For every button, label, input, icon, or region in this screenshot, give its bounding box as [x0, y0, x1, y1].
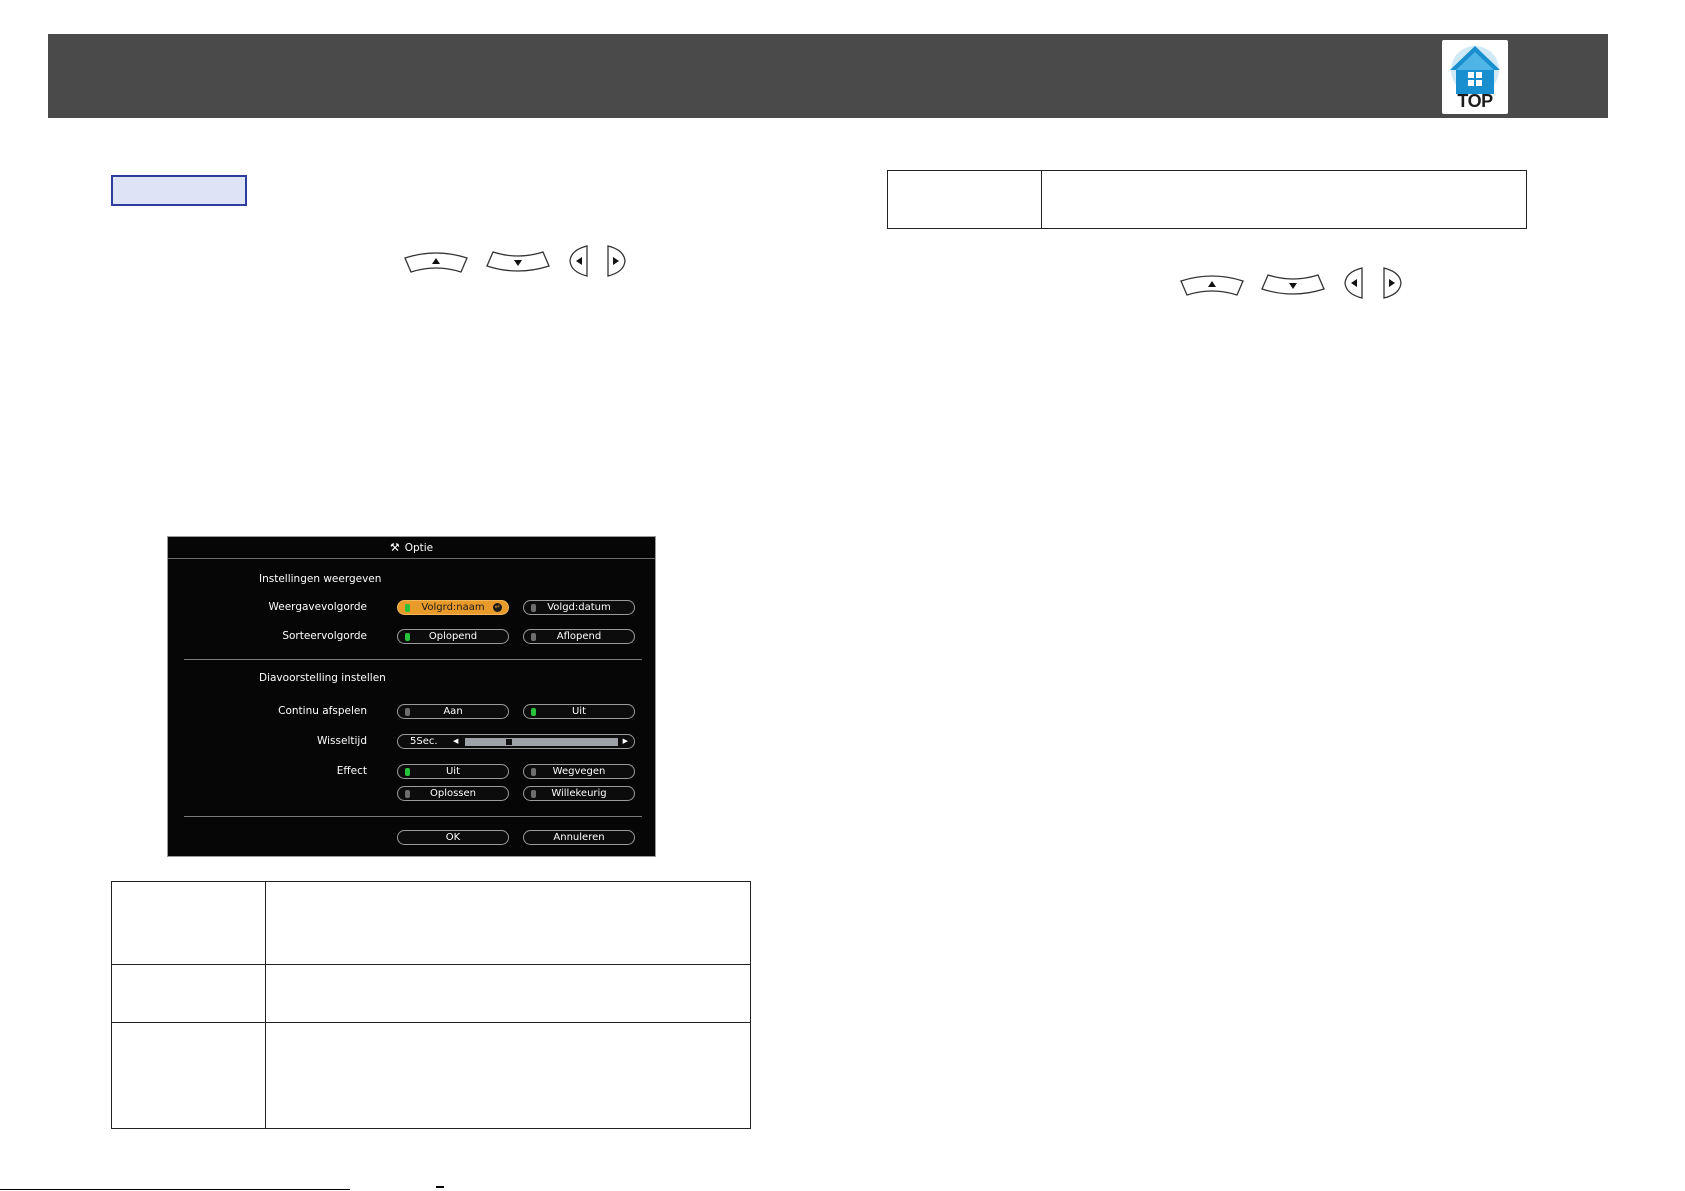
- wisseltijd-slider[interactable]: 5Sec. ◀ ▶: [397, 734, 635, 749]
- weergavevolgorde-label: Weergavevolgorde: [268, 601, 368, 613]
- dialog-title: Optie: [404, 542, 434, 554]
- option-uit[interactable]: Uit: [523, 704, 635, 719]
- wrench-icon: ⚒: [389, 541, 400, 554]
- active-indicator-icon: [405, 768, 410, 776]
- inactive-indicator-icon: [531, 790, 536, 798]
- info-table-top: [887, 170, 1527, 229]
- cancel-button[interactable]: Annuleren: [523, 830, 635, 845]
- down-arrow-icon: [485, 250, 551, 274]
- inactive-indicator-icon: [531, 633, 536, 641]
- wisseltijd-value: 5Sec.: [410, 736, 438, 747]
- active-indicator-icon: [531, 708, 536, 716]
- option-volgd-datum[interactable]: Volgd:datum: [523, 600, 635, 615]
- option-dialog: ⚒ Optie Instellingen weergeven Weergavevo…: [167, 536, 656, 857]
- up-arrow-icon: [1179, 273, 1245, 297]
- section-heading-slideshow: Diavoorstelling instellen: [259, 672, 386, 684]
- slider-track[interactable]: [465, 738, 618, 746]
- option-oplossen[interactable]: Oplossen: [397, 786, 509, 801]
- option-aflopend[interactable]: Aflopend: [523, 629, 635, 644]
- option-wegvegen[interactable]: Wegvegen: [523, 764, 635, 779]
- option-willekeurig[interactable]: Willekeurig: [523, 786, 635, 801]
- slider-right-icon[interactable]: ▶: [623, 735, 628, 748]
- section-tab: [111, 175, 247, 206]
- active-indicator-icon: [405, 604, 410, 612]
- continu-label: Continu afspelen: [278, 705, 367, 717]
- divider: [184, 659, 642, 660]
- top-home-button[interactable]: TOP: [1442, 40, 1508, 114]
- down-arrow-icon: [1260, 273, 1326, 297]
- footer-rule: [0, 1189, 350, 1190]
- dialog-title-bar: ⚒ Optie: [168, 537, 655, 559]
- inactive-indicator-icon: [531, 768, 536, 776]
- right-arrow-icon: [604, 244, 628, 278]
- info-table-bottom: [111, 881, 751, 1129]
- up-arrow-icon: [403, 250, 469, 274]
- inactive-indicator-icon: [405, 790, 410, 798]
- option-oplopend[interactable]: Oplopend: [397, 629, 509, 644]
- inactive-indicator-icon: [405, 708, 410, 716]
- slider-thumb[interactable]: [506, 739, 512, 745]
- header-bar: [48, 34, 1608, 118]
- divider: [184, 816, 642, 817]
- left-arrow-icon: [567, 244, 591, 278]
- option-volgrd-naam[interactable]: Volgrd:naam ↵: [397, 600, 509, 615]
- section-heading-display: Instellingen weergeven: [259, 573, 382, 585]
- option-aan[interactable]: Aan: [397, 704, 509, 719]
- left-arrow-icon: [1342, 266, 1366, 300]
- slider-left-icon[interactable]: ◀: [453, 735, 458, 748]
- ok-button[interactable]: OK: [397, 830, 509, 845]
- option-effect-uit[interactable]: Uit: [397, 764, 509, 779]
- active-indicator-icon: [405, 633, 410, 641]
- home-icon: [1450, 46, 1500, 94]
- inactive-indicator-icon: [531, 604, 536, 612]
- sorteervolgorde-label: Sorteervolgorde: [282, 630, 367, 642]
- enter-icon: ↵: [493, 603, 502, 612]
- right-arrow-icon: [1380, 266, 1404, 300]
- effect-label: Effect: [336, 765, 367, 777]
- wisseltijd-label: Wisseltijd: [316, 735, 367, 747]
- page-mark: [436, 1186, 444, 1188]
- top-logo-label: TOP: [1457, 91, 1493, 111]
